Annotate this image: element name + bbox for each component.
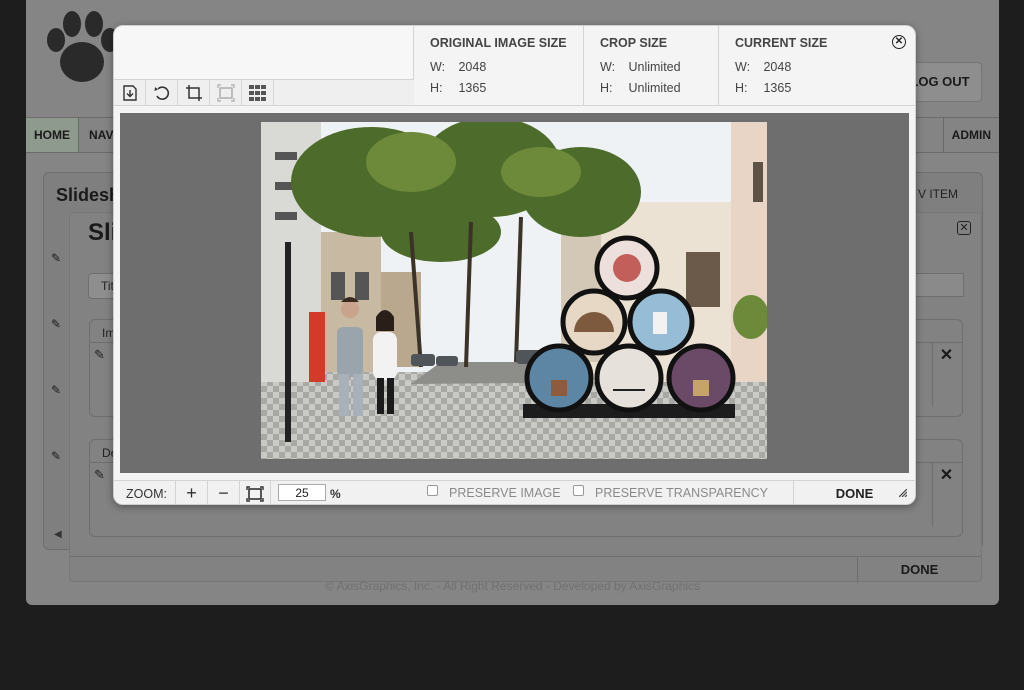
nav-admin[interactable]: ADMIN xyxy=(942,118,999,152)
remove-image-icon[interactable]: ✕ xyxy=(932,343,960,407)
current-size-title: CURRENT SIZE xyxy=(735,36,828,50)
row-actions-column: ✎ ✎ ✎ ✎ ◀ xyxy=(44,215,70,549)
grid-icon[interactable] xyxy=(242,80,274,105)
save-icon[interactable] xyxy=(114,80,146,105)
original-height: H: 1365 xyxy=(430,81,487,95)
zoom-out-icon[interactable]: − xyxy=(207,481,239,504)
edit-icon[interactable]: ✎ xyxy=(51,317,61,331)
preserve-transparency-label: PRESERVE TRANSPARENCY xyxy=(595,486,768,500)
current-width: W: 2048 xyxy=(735,60,792,74)
edit-icon[interactable]: ✎ xyxy=(51,251,61,265)
zoom-unit: % xyxy=(330,487,341,501)
crop-icon[interactable] xyxy=(178,80,210,105)
fit-icon[interactable] xyxy=(210,80,242,105)
edit-icon[interactable]: ✎ xyxy=(94,467,105,483)
original-width: W: 2048 xyxy=(430,60,487,74)
zoom-in-icon[interactable]: + xyxy=(175,481,207,504)
zoom-input[interactable] xyxy=(278,484,326,501)
original-size-title: ORIGINAL IMAGE SIZE xyxy=(430,36,567,50)
crop-width: W: Unlimited xyxy=(600,60,681,74)
preserve-transparency-checkbox[interactable] xyxy=(573,485,584,496)
preserve-image-label: PRESERVE IMAGE xyxy=(449,486,561,500)
new-item-button[interactable]: V ITEM xyxy=(918,187,958,201)
edit-icon[interactable]: ✎ xyxy=(51,449,61,463)
close-icon[interactable]: ✕ xyxy=(957,221,971,235)
scroll-left-icon[interactable]: ◀ xyxy=(54,529,62,540)
close-icon[interactable]: ✕ xyxy=(892,35,906,49)
paw-logo-icon xyxy=(47,11,119,82)
crop-canvas[interactable] xyxy=(120,113,909,473)
image-crop-dialog: ORIGINAL IMAGE SIZE W: 2048 H: 1365 CROP… xyxy=(113,25,916,505)
current-height: H: 1365 xyxy=(735,81,792,95)
zoom-fit-icon[interactable] xyxy=(239,481,271,504)
photo-street-barrels[interactable] xyxy=(261,122,767,459)
panel-title: Slidesh xyxy=(56,185,121,205)
nav-home[interactable]: HOME xyxy=(26,118,79,152)
done-label: DONE xyxy=(835,486,874,501)
edit-icon[interactable]: ✎ xyxy=(51,383,61,397)
zoom-bar: ZOOM: + − % PRESERVE IMAGE PRESERVE TRAN… xyxy=(114,480,915,504)
zoom-label: ZOOM: xyxy=(126,487,167,501)
crop-size-info: CROP SIZE W: Unlimited H: Unlimited xyxy=(584,26,719,105)
resize-grip-icon[interactable] xyxy=(899,489,907,497)
toolbar-area xyxy=(114,26,414,105)
dialog-footer: DONE xyxy=(70,556,981,583)
crop-height: H: Unlimited xyxy=(600,81,681,95)
crop-toolbar xyxy=(114,79,414,105)
title-input[interactable] xyxy=(910,273,964,297)
done-button[interactable]: DONE xyxy=(857,557,981,583)
remove-description-icon[interactable]: ✕ xyxy=(932,463,960,527)
divider xyxy=(114,105,915,106)
original-size-info: ORIGINAL IMAGE SIZE W: 2048 H: 1365 xyxy=(414,26,584,105)
current-size-info: CURRENT SIZE W: 2048 H: 1365 xyxy=(719,26,915,105)
preserve-image-checkbox[interactable] xyxy=(427,485,438,496)
done-button[interactable]: DONE xyxy=(793,481,915,504)
edit-icon[interactable]: ✎ xyxy=(94,347,105,363)
crop-size-title: CROP SIZE xyxy=(600,36,668,50)
rotate-icon[interactable] xyxy=(146,80,178,105)
